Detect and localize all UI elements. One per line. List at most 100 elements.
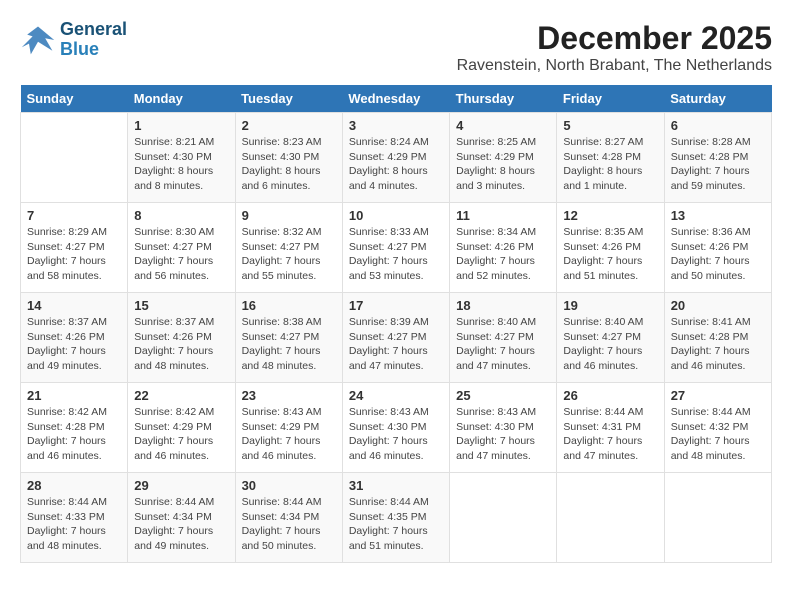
- day-number: 14: [27, 298, 121, 313]
- title-block: December 2025 Ravenstein, North Brabant,…: [457, 20, 772, 75]
- day-number: 9: [242, 208, 336, 223]
- day-number: 22: [134, 388, 228, 403]
- day-info: Sunrise: 8:42 AM Sunset: 4:29 PM Dayligh…: [134, 405, 228, 464]
- week-row-4: 21Sunrise: 8:42 AM Sunset: 4:28 PM Dayli…: [21, 383, 772, 473]
- day-info: Sunrise: 8:40 AM Sunset: 4:27 PM Dayligh…: [563, 315, 657, 374]
- day-number: 16: [242, 298, 336, 313]
- day-info: Sunrise: 8:29 AM Sunset: 4:27 PM Dayligh…: [27, 225, 121, 284]
- day-info: Sunrise: 8:44 AM Sunset: 4:34 PM Dayligh…: [134, 495, 228, 554]
- day-info: Sunrise: 8:43 AM Sunset: 4:29 PM Dayligh…: [242, 405, 336, 464]
- calendar-cell: 20 Sunrise: 8:41 AM Sunset: 4:28 PM Dayli…: [664, 293, 771, 383]
- calendar-cell: 4Sunrise: 8:25 AM Sunset: 4:29 PM Daylig…: [450, 113, 557, 203]
- calendar-cell: 23 Sunrise: 8:43 AM Sunset: 4:29 PM Dayli…: [235, 383, 342, 473]
- month-title: December 2025: [457, 20, 772, 57]
- calendar-cell: 27 Sunrise: 8:44 AM Sunset: 4:32 PM Dayli…: [664, 383, 771, 473]
- week-row-5: 28Sunrise: 8:44 AM Sunset: 4:33 PM Dayli…: [21, 473, 772, 563]
- week-row-3: 14 Sunrise: 8:37 AM Sunset: 4:26 PM Dayli…: [21, 293, 772, 383]
- day-number: 12: [563, 208, 657, 223]
- day-info: Sunrise: 8:44 AM Sunset: 4:32 PM Dayligh…: [671, 405, 765, 464]
- day-info: Sunrise: 8:27 AM Sunset: 4:28 PM Dayligh…: [563, 135, 657, 194]
- day-info: Sunrise: 8:21 AM Sunset: 4:30 PM Dayligh…: [134, 135, 228, 194]
- day-number: 3: [349, 118, 443, 133]
- calendar-cell: [450, 473, 557, 563]
- calendar-cell: 14 Sunrise: 8:37 AM Sunset: 4:26 PM Dayli…: [21, 293, 128, 383]
- calendar-body: 1 Sunrise: 8:21 AM Sunset: 4:30 PM Daylig…: [21, 113, 772, 563]
- calendar-table: SundayMondayTuesdayWednesdayThursdayFrid…: [20, 85, 772, 563]
- calendar-cell: [21, 113, 128, 203]
- day-number: 10: [349, 208, 443, 223]
- day-info: Sunrise: 8:41 AM Sunset: 4:28 PM Dayligh…: [671, 315, 765, 374]
- header-cell-friday: Friday: [557, 85, 664, 113]
- day-info: Sunrise: 8:24 AM Sunset: 4:29 PM Dayligh…: [349, 135, 443, 194]
- calendar-header: SundayMondayTuesdayWednesdayThursdayFrid…: [21, 85, 772, 113]
- day-number: 1: [134, 118, 228, 133]
- calendar-cell: [664, 473, 771, 563]
- day-number: 23: [242, 388, 336, 403]
- day-info: Sunrise: 8:36 AM Sunset: 4:26 PM Dayligh…: [671, 225, 765, 284]
- day-number: 29: [134, 478, 228, 493]
- calendar-cell: 11 Sunrise: 8:34 AM Sunset: 4:26 PM Dayli…: [450, 203, 557, 293]
- calendar-cell: 18 Sunrise: 8:40 AM Sunset: 4:27 PM Dayli…: [450, 293, 557, 383]
- day-number: 11: [456, 208, 550, 223]
- day-info: Sunrise: 8:23 AM Sunset: 4:30 PM Dayligh…: [242, 135, 336, 194]
- day-number: 17: [349, 298, 443, 313]
- calendar-cell: 30Sunrise: 8:44 AM Sunset: 4:34 PM Dayli…: [235, 473, 342, 563]
- day-number: 26: [563, 388, 657, 403]
- day-info: Sunrise: 8:40 AM Sunset: 4:27 PM Dayligh…: [456, 315, 550, 374]
- day-info: Sunrise: 8:42 AM Sunset: 4:28 PM Dayligh…: [27, 405, 121, 464]
- calendar-cell: [557, 473, 664, 563]
- calendar-cell: 26 Sunrise: 8:44 AM Sunset: 4:31 PM Dayli…: [557, 383, 664, 473]
- day-number: 2: [242, 118, 336, 133]
- day-info: Sunrise: 8:25 AM Sunset: 4:29 PM Dayligh…: [456, 135, 550, 194]
- day-number: 31: [349, 478, 443, 493]
- day-number: 25: [456, 388, 550, 403]
- day-info: Sunrise: 8:32 AM Sunset: 4:27 PM Dayligh…: [242, 225, 336, 284]
- header-cell-saturday: Saturday: [664, 85, 771, 113]
- calendar-cell: 10 Sunrise: 8:33 AM Sunset: 4:27 PM Dayli…: [342, 203, 449, 293]
- day-info: Sunrise: 8:44 AM Sunset: 4:33 PM Dayligh…: [27, 495, 121, 554]
- day-info: Sunrise: 8:43 AM Sunset: 4:30 PM Dayligh…: [456, 405, 550, 464]
- day-number: 5: [563, 118, 657, 133]
- day-number: 27: [671, 388, 765, 403]
- day-info: Sunrise: 8:44 AM Sunset: 4:35 PM Dayligh…: [349, 495, 443, 554]
- week-row-2: 7 Sunrise: 8:29 AM Sunset: 4:27 PM Daylig…: [21, 203, 772, 293]
- calendar-cell: 31 Sunrise: 8:44 AM Sunset: 4:35 PM Dayli…: [342, 473, 449, 563]
- calendar-cell: 8 Sunrise: 8:30 AM Sunset: 4:27 PM Daylig…: [128, 203, 235, 293]
- header-cell-thursday: Thursday: [450, 85, 557, 113]
- day-info: Sunrise: 8:38 AM Sunset: 4:27 PM Dayligh…: [242, 315, 336, 374]
- day-number: 6: [671, 118, 765, 133]
- calendar-cell: 19 Sunrise: 8:40 AM Sunset: 4:27 PM Dayli…: [557, 293, 664, 383]
- day-info: Sunrise: 8:44 AM Sunset: 4:31 PM Dayligh…: [563, 405, 657, 464]
- calendar-cell: 16 Sunrise: 8:38 AM Sunset: 4:27 PM Dayli…: [235, 293, 342, 383]
- day-info: Sunrise: 8:44 AM Sunset: 4:34 PM Dayligh…: [242, 495, 336, 554]
- day-number: 24: [349, 388, 443, 403]
- calendar-cell: 9 Sunrise: 8:32 AM Sunset: 4:27 PM Daylig…: [235, 203, 342, 293]
- calendar-cell: 28Sunrise: 8:44 AM Sunset: 4:33 PM Dayli…: [21, 473, 128, 563]
- day-info: Sunrise: 8:34 AM Sunset: 4:26 PM Dayligh…: [456, 225, 550, 284]
- calendar-cell: 17Sunrise: 8:39 AM Sunset: 4:27 PM Dayli…: [342, 293, 449, 383]
- header-cell-sunday: Sunday: [21, 85, 128, 113]
- day-info: Sunrise: 8:30 AM Sunset: 4:27 PM Dayligh…: [134, 225, 228, 284]
- logo: General Blue: [20, 20, 127, 60]
- day-number: 19: [563, 298, 657, 313]
- calendar-cell: 6Sunrise: 8:28 AM Sunset: 4:28 PM Daylig…: [664, 113, 771, 203]
- header-row: SundayMondayTuesdayWednesdayThursdayFrid…: [21, 85, 772, 113]
- day-info: Sunrise: 8:37 AM Sunset: 4:26 PM Dayligh…: [27, 315, 121, 374]
- calendar-cell: 12Sunrise: 8:35 AM Sunset: 4:26 PM Dayli…: [557, 203, 664, 293]
- logo-icon: [20, 22, 56, 58]
- day-info: Sunrise: 8:43 AM Sunset: 4:30 PM Dayligh…: [349, 405, 443, 464]
- logo-text: General Blue: [60, 20, 127, 60]
- day-number: 7: [27, 208, 121, 223]
- day-info: Sunrise: 8:37 AM Sunset: 4:26 PM Dayligh…: [134, 315, 228, 374]
- calendar-cell: 29 Sunrise: 8:44 AM Sunset: 4:34 PM Dayli…: [128, 473, 235, 563]
- calendar-cell: 5 Sunrise: 8:27 AM Sunset: 4:28 PM Daylig…: [557, 113, 664, 203]
- day-number: 15: [134, 298, 228, 313]
- day-number: 13: [671, 208, 765, 223]
- calendar-cell: 25 Sunrise: 8:43 AM Sunset: 4:30 PM Dayli…: [450, 383, 557, 473]
- week-row-1: 1 Sunrise: 8:21 AM Sunset: 4:30 PM Daylig…: [21, 113, 772, 203]
- header-cell-monday: Monday: [128, 85, 235, 113]
- day-number: 8: [134, 208, 228, 223]
- day-number: 20: [671, 298, 765, 313]
- day-info: Sunrise: 8:33 AM Sunset: 4:27 PM Dayligh…: [349, 225, 443, 284]
- day-number: 18: [456, 298, 550, 313]
